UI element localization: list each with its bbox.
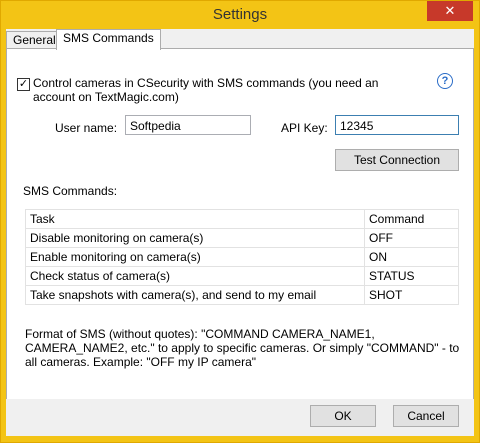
settings-window: Settings ✕ General SMS Commands ✓ Contro…	[0, 0, 480, 443]
window-title: Settings	[212, 6, 268, 23]
enable-sms-label: Control cameras in CSecurity with SMS co…	[33, 76, 379, 104]
header-task[interactable]: Task	[25, 209, 365, 229]
table-row[interactable]: Take snapshots with camera(s), and send …	[25, 285, 459, 305]
commands-table: Task Command Disable monitoring on camer…	[25, 209, 459, 305]
dialog-footer: OK Cancel	[6, 399, 474, 436]
close-button[interactable]: ✕	[427, 1, 473, 21]
title-bar[interactable]: Settings ✕	[1, 1, 479, 29]
command-cell[interactable]: OFF	[364, 228, 459, 248]
table-header-row: Task Command	[25, 209, 459, 229]
table-row[interactable]: Disable monitoring on camera(s) OFF	[25, 228, 459, 248]
header-command[interactable]: Command	[364, 209, 459, 229]
format-note: Format of SMS (without quotes): "COMMAND…	[25, 327, 460, 369]
tab-sms-commands[interactable]: SMS Commands	[56, 29, 161, 50]
command-cell[interactable]: SHOT	[364, 285, 459, 305]
help-icon[interactable]: ?	[437, 73, 453, 89]
task-cell: Enable monitoring on camera(s)	[25, 247, 365, 267]
dialog-client: General SMS Commands ✓ Control cameras i…	[6, 29, 474, 436]
tab-strip: General SMS Commands	[6, 29, 474, 50]
test-connection-button[interactable]: Test Connection	[335, 149, 459, 171]
cancel-button[interactable]: Cancel	[393, 405, 459, 427]
tab-general[interactable]: General	[6, 31, 63, 49]
table-row[interactable]: Check status of camera(s) STATUS	[25, 266, 459, 286]
apikey-label: API Key:	[281, 121, 328, 135]
command-cell[interactable]: ON	[364, 247, 459, 267]
task-cell: Take snapshots with camera(s), and send …	[25, 285, 365, 305]
username-label: User name:	[55, 121, 118, 135]
task-cell: Disable monitoring on camera(s)	[25, 228, 365, 248]
enable-sms-checkbox[interactable]: ✓	[17, 78, 30, 91]
sms-commands-panel: ✓ Control cameras in CSecurity with SMS …	[6, 48, 474, 420]
close-icon: ✕	[444, 3, 456, 18]
task-cell: Check status of camera(s)	[25, 266, 365, 286]
sms-commands-label: SMS Commands:	[23, 184, 118, 198]
apikey-field[interactable]: 12345	[335, 115, 459, 135]
ok-button[interactable]: OK	[310, 405, 376, 427]
command-cell[interactable]: STATUS	[364, 266, 459, 286]
username-field[interactable]: Softpedia	[125, 115, 251, 135]
table-row[interactable]: Enable monitoring on camera(s) ON	[25, 247, 459, 267]
